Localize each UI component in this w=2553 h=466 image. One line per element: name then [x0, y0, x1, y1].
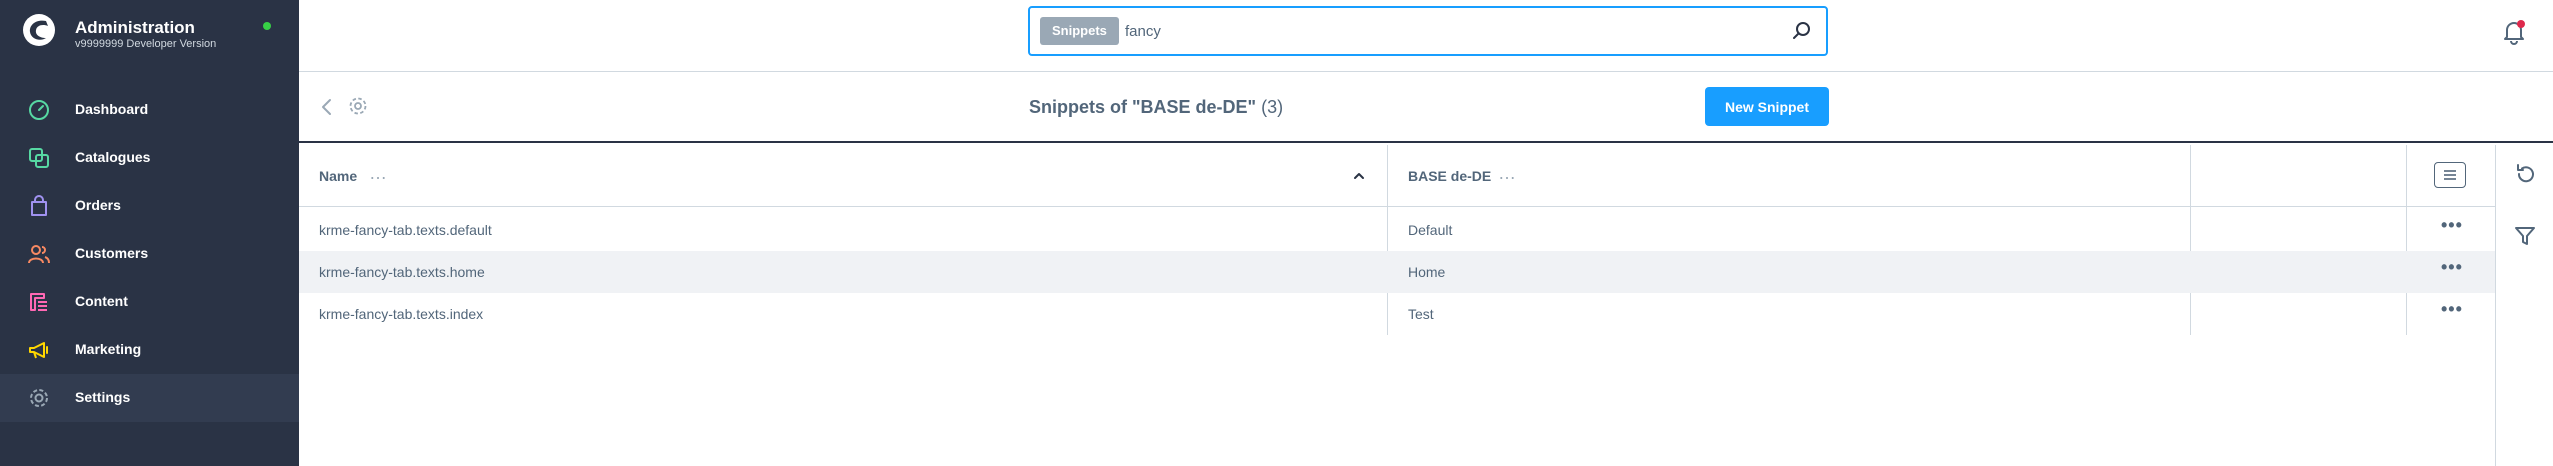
- smart-bar: Snippets of "BASE de-DE" (3) New Snippet: [299, 73, 2553, 143]
- grid-settings-button[interactable]: [2434, 162, 2466, 188]
- nav-item-marketing[interactable]: Marketing: [0, 326, 299, 374]
- search-type-badge[interactable]: Snippets: [1040, 17, 1119, 45]
- gear-icon[interactable]: [348, 96, 368, 116]
- table-row[interactable]: krme-fancy-tab.texts.index Test •••: [299, 293, 2495, 335]
- brand-header[interactable]: Administration v9999999 Developer Versio…: [0, 0, 299, 60]
- marketing-icon: [29, 342, 48, 359]
- content-icon: [30, 293, 47, 311]
- search-input[interactable]: [1125, 17, 1725, 45]
- back-arrow-icon[interactable]: [319, 97, 335, 117]
- top-bar: Snippets: [299, 0, 2553, 72]
- shopware-logo-icon: [23, 14, 55, 46]
- nav-label: Customers: [75, 245, 149, 261]
- row-actions-button[interactable]: •••: [2441, 215, 2463, 236]
- new-snippet-button[interactable]: New Snippet: [1705, 87, 1829, 126]
- notification-bell-icon[interactable]: [2501, 19, 2527, 45]
- cell-name[interactable]: krme-fancy-tab.texts.default: [319, 222, 492, 238]
- row-actions-button[interactable]: •••: [2441, 257, 2463, 278]
- nav-item-content[interactable]: Content: [0, 278, 299, 326]
- hamburger-menu-icon: [2444, 170, 2456, 180]
- sort-ascending-icon[interactable]: [1352, 169, 1366, 183]
- cell-name[interactable]: krme-fancy-tab.texts.index: [319, 306, 483, 322]
- nav-label: Dashboard: [75, 101, 149, 117]
- table-row[interactable]: krme-fancy-tab.texts.home Home •••: [299, 251, 2495, 293]
- filter-icon[interactable]: [2514, 225, 2536, 247]
- nav-label: Marketing: [75, 341, 142, 357]
- catalogues-icon: [29, 148, 49, 168]
- cell-value[interactable]: Default: [1408, 222, 1452, 238]
- table-row[interactable]: krme-fancy-tab.texts.default Default •••: [299, 209, 2495, 251]
- admin-sidebar: Administration v9999999 Developer Versio…: [0, 0, 299, 466]
- column-name-options[interactable]: …: [369, 163, 388, 184]
- orders-icon: [31, 195, 47, 216]
- search-icon[interactable]: [1792, 21, 1812, 41]
- brand-title: Administration: [75, 18, 195, 37]
- nav-label: Settings: [75, 389, 131, 405]
- refresh-icon[interactable]: [2514, 163, 2536, 185]
- nav-item-orders[interactable]: Orders: [0, 182, 299, 230]
- column-header-name[interactable]: Name: [319, 168, 357, 184]
- brand-version: v9999999 Developer Version: [75, 38, 217, 50]
- nav-label: Orders: [75, 197, 121, 213]
- customers-icon: [28, 245, 50, 264]
- nav-item-settings[interactable]: Settings: [0, 374, 299, 422]
- online-status-dot: [263, 22, 271, 30]
- dashboard-icon: [29, 100, 49, 120]
- nav-item-dashboard[interactable]: Dashboard: [0, 86, 299, 134]
- nav-label: Catalogues: [75, 149, 151, 165]
- cell-value[interactable]: Home: [1408, 264, 1445, 280]
- column-header-base-de-de[interactable]: BASE de-DE: [1408, 168, 1491, 184]
- cell-value[interactable]: Test: [1408, 306, 1434, 322]
- global-search[interactable]: Snippets: [1028, 6, 1828, 56]
- nav-item-customers[interactable]: Customers: [0, 230, 299, 278]
- settings-icon: [30, 389, 48, 407]
- page-title: Snippets of "BASE de-DE" (3): [1029, 97, 1283, 118]
- row-actions-button[interactable]: •••: [2441, 299, 2463, 320]
- page-title-text: Snippets of "BASE de-DE": [1029, 97, 1257, 117]
- nav-item-catalogues[interactable]: Catalogues: [0, 134, 299, 182]
- page-title-count: (3): [1261, 97, 1284, 117]
- nav-label: Content: [75, 293, 128, 309]
- cell-name[interactable]: krme-fancy-tab.texts.home: [319, 264, 485, 280]
- grid-header: Name … BASE de-DE …: [299, 145, 2495, 207]
- right-sidebar: [2495, 145, 2553, 466]
- column-base-options[interactable]: …: [1498, 163, 1517, 184]
- snippet-grid: Name … BASE de-DE … krme-fancy-tab.texts…: [299, 145, 2495, 466]
